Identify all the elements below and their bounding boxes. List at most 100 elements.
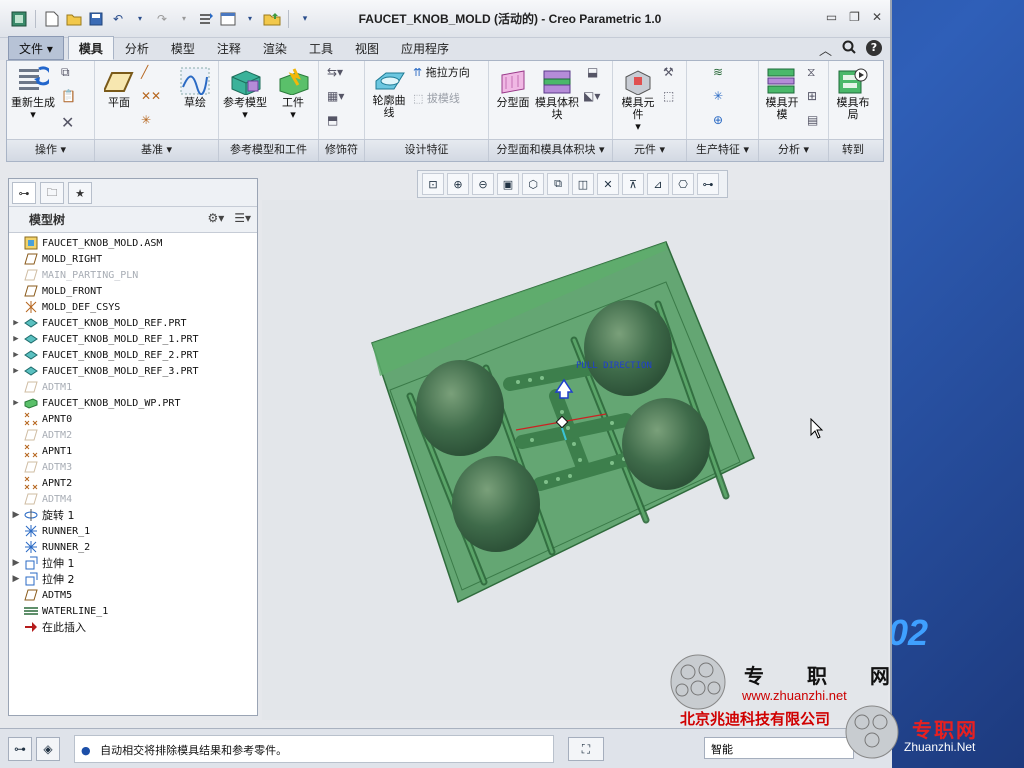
model-tree-item[interactable]: ADTM5 <box>9 587 257 603</box>
group-label-datum[interactable]: 基准 ▾ <box>95 140 219 161</box>
saved-views-icon[interactable]: ⧉ <box>547 173 569 195</box>
copy-icon[interactable]: ⧉ <box>61 65 70 80</box>
refit-icon[interactable]: ⊡ <box>422 173 444 195</box>
runner-icon[interactable]: ✳ <box>713 89 723 103</box>
tab-view[interactable]: 视图 <box>344 36 390 60</box>
sketch-button[interactable]: 草绘 <box>175 67 215 109</box>
model-tree-item[interactable]: ▶ FAUCET_KNOB_MOLD_REF_3.PRT <box>9 363 257 379</box>
show-browser-icon[interactable]: ◈ <box>36 737 60 761</box>
new-file-icon[interactable] <box>43 10 61 28</box>
view-manager-icon[interactable]: ◫ <box>572 173 594 195</box>
model-tree-item[interactable]: ADTM4 <box>9 491 257 507</box>
model-tree-item[interactable]: ▶ 旋转 1 <box>9 507 257 523</box>
tab-applications[interactable]: 应用程序 <box>390 36 460 60</box>
regenerate-small-icon[interactable] <box>197 10 215 28</box>
undo-icon[interactable]: ↶ <box>109 10 127 28</box>
model-tree-item[interactable]: ADTM1 <box>9 379 257 395</box>
undo-dropdown-icon[interactable]: ▾ <box>131 10 149 28</box>
tree-show-icon[interactable]: ☰▾ <box>234 211 251 225</box>
folder-browser-tab-icon[interactable]: 🗀 <box>40 182 64 204</box>
cast-icon[interactable]: ⚒ <box>663 65 674 79</box>
redo-icon[interactable]: ↷ <box>153 10 171 28</box>
search-icon[interactable] <box>842 40 856 59</box>
model-tree-item[interactable]: APNT0 <box>9 411 257 427</box>
ref-model-button[interactable]: 参考模型 ▾ <box>221 67 269 121</box>
thickness-check-icon[interactable]: ⊞ <box>807 89 817 103</box>
ejector-icon[interactable]: ⊕ <box>713 113 723 127</box>
mold-component-button[interactable]: 模具元件 ▾ <box>617 67 659 133</box>
expand-arrow-icon[interactable]: ▶ <box>9 398 23 408</box>
axis-icon[interactable]: ╱ <box>141 65 148 79</box>
expand-arrow-icon[interactable]: ▶ <box>9 318 23 328</box>
group-label-analysis[interactable]: 分析 ▾ <box>759 140 829 161</box>
model-tree-item[interactable]: ADTM2 <box>9 427 257 443</box>
parting-surface-button[interactable]: 分型面 <box>493 67 533 109</box>
expand-arrow-icon[interactable]: ▶ <box>9 510 23 520</box>
model-tree-item[interactable]: ▶ FAUCET_KNOB_MOLD_REF.PRT <box>9 315 257 331</box>
tab-tools[interactable]: 工具 <box>298 36 344 60</box>
model-tree-tab-icon[interactable]: ⊶ <box>12 182 36 204</box>
model-tree-item[interactable]: 在此插入 <box>9 619 257 635</box>
favorites-tab-icon[interactable]: ★ <box>68 182 92 204</box>
tab-annotate[interactable]: 注释 <box>206 36 252 60</box>
app-icon[interactable] <box>10 10 28 28</box>
show-navigator-icon[interactable]: ⊶ <box>8 737 32 761</box>
model-tree-item[interactable]: RUNNER_2 <box>9 539 257 555</box>
draft-line-button[interactable]: ⬚ 拔模线 <box>413 93 485 105</box>
model-tree-item[interactable]: APNT1 <box>9 443 257 459</box>
csys-icon[interactable]: ✳ <box>141 113 151 127</box>
expand-arrow-icon[interactable]: ▶ <box>9 366 23 376</box>
restore-icon[interactable]: ❐ <box>849 10 860 24</box>
repaint-icon[interactable]: ▣ <box>497 173 519 195</box>
redo-dropdown-icon[interactable]: ▾ <box>175 10 193 28</box>
close-icon[interactable]: ✕ <box>872 10 882 24</box>
plane-button[interactable]: 平面 <box>101 69 137 109</box>
annotation-display-icon[interactable]: ⊼ <box>622 173 644 195</box>
model-display-icon[interactable]: ⎔ <box>672 173 694 195</box>
pattern-icon[interactable]: ▦▾ <box>327 89 344 103</box>
delete-icon[interactable]: ✕ <box>61 113 74 132</box>
projected-area-icon[interactable]: ▤ <box>807 113 818 127</box>
point-icon[interactable]: ✕✕ <box>141 89 161 103</box>
tab-file[interactable]: 文件 ▾ <box>8 36 64 60</box>
model-tree-item[interactable]: ▶ 拉伸 2 <box>9 571 257 587</box>
mold-volume-button[interactable]: 模具体积块 <box>533 67 581 121</box>
model-tree-item[interactable]: FAUCET_KNOB_MOLD.ASM <box>9 235 257 251</box>
help-icon[interactable]: ? <box>866 40 882 56</box>
tab-render[interactable]: 渲染 <box>252 36 298 60</box>
mold-opening-small-icon[interactable]: ⬚ <box>663 89 674 103</box>
model-tree-item[interactable]: MOLD_RIGHT <box>9 251 257 267</box>
expand-arrow-icon[interactable]: ▶ <box>9 574 23 584</box>
expand-arrow-icon[interactable]: ▶ <box>9 350 23 360</box>
mold-layout-button[interactable]: 模具布局 <box>833 67 873 121</box>
save-icon[interactable] <box>87 10 105 28</box>
regenerate-button[interactable]: 重新生成 ▾ <box>11 65 55 121</box>
spin-center-icon[interactable]: ⊿ <box>647 173 669 195</box>
model-tree-item[interactable]: MAIN_PARTING_PLN <box>9 267 257 283</box>
display-style-icon[interactable]: ⬡ <box>522 173 544 195</box>
volume-tools-icon[interactable]: ⬕▾ <box>583 89 600 103</box>
open-folder-icon[interactable] <box>65 10 83 28</box>
expand-arrow-icon[interactable]: ▶ <box>9 334 23 344</box>
collapse-ribbon-icon[interactable]: ︿ <box>819 40 832 59</box>
windows-icon[interactable] <box>219 10 237 28</box>
model-tree-item[interactable]: ▶ FAUCET_KNOB_MOLD_WP.PRT <box>9 395 257 411</box>
model-tree-item[interactable]: ▶ FAUCET_KNOB_MOLD_REF_2.PRT <box>9 347 257 363</box>
drag-direction-button[interactable]: ⇈ 拖拉方向 <box>413 67 485 79</box>
paste-icon[interactable]: 📋 <box>61 89 76 103</box>
find-icon[interactable]: ⛶ <box>568 737 604 761</box>
model-tree-item[interactable]: ▶ FAUCET_KNOB_MOLD_REF_1.PRT <box>9 331 257 347</box>
contour-curve-button[interactable]: 轮廓曲线 <box>369 69 409 119</box>
open-folder-small-icon[interactable] <box>263 10 281 28</box>
datum-display-icon[interactable]: ✕ <box>597 173 619 195</box>
zoom-out-icon[interactable]: ⊖ <box>472 173 494 195</box>
model-tree-item[interactable]: MOLD_DEF_CSYS <box>9 299 257 315</box>
group-label-production[interactable]: 生产特征 ▾ <box>687 140 759 161</box>
model-tree-item[interactable]: WATERLINE_1 <box>9 603 257 619</box>
mold-model[interactable]: PULL DIRECTION <box>262 200 888 720</box>
model-tree-item[interactable]: APNT2 <box>9 475 257 491</box>
mold-open-button[interactable]: 模具开模 <box>763 67 801 121</box>
mirror-icon[interactable]: ⇆▾ <box>327 65 343 79</box>
tab-mold[interactable]: 模具 <box>67 36 114 60</box>
windows-dropdown-icon[interactable]: ▾ <box>241 10 259 28</box>
